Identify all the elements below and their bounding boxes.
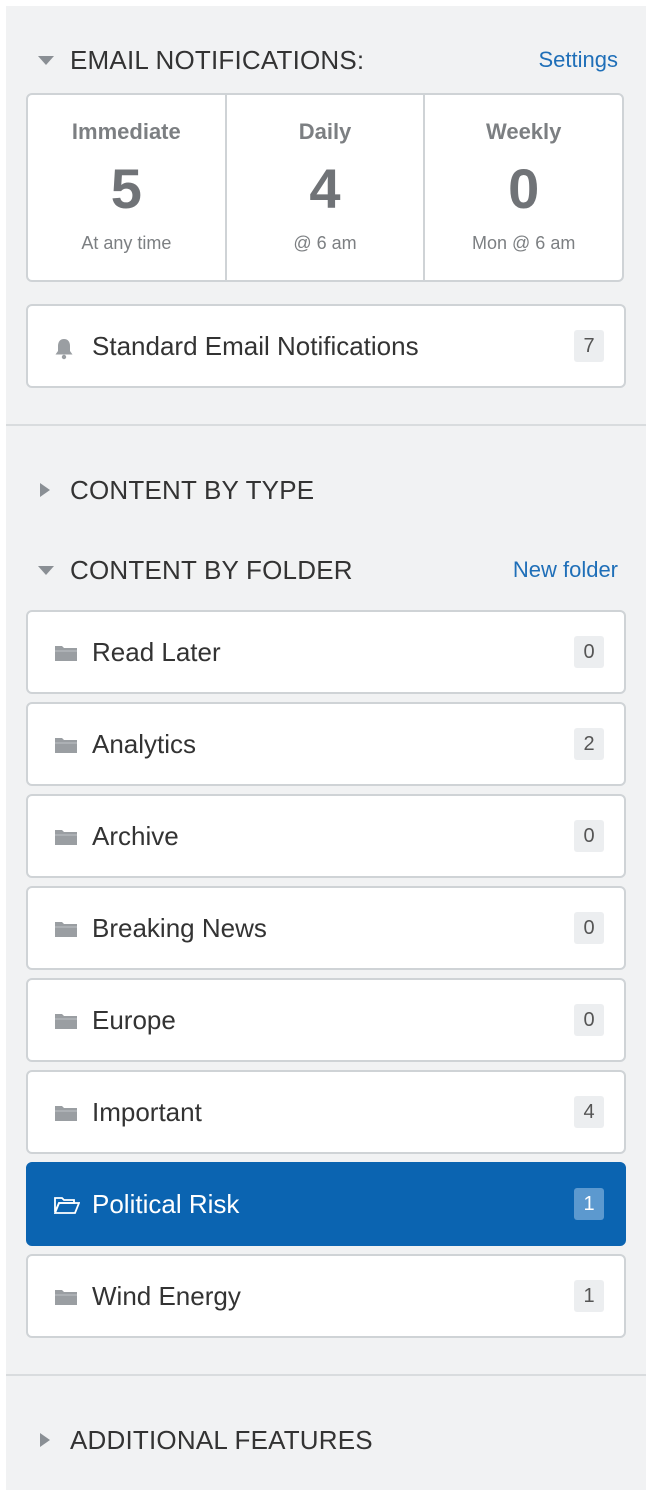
folder-icon	[54, 1288, 78, 1311]
count-badge: 0	[574, 912, 604, 944]
folder-icon	[54, 736, 78, 759]
notif-schedule: @ 6 am	[293, 233, 357, 253]
folder-item[interactable]: Important 4	[26, 1070, 626, 1154]
content-by-folder-header[interactable]: CONTENT BY FOLDER New folder	[6, 550, 646, 590]
row-label: Archive	[92, 821, 179, 851]
notif-label: Weekly	[485, 119, 562, 144]
count-badge: 1	[574, 1188, 604, 1220]
notif-count: 0	[508, 157, 540, 220]
folder-item[interactable]: Wind Energy 1	[26, 1254, 626, 1338]
content-by-type-header[interactable]: CONTENT BY TYPE	[6, 470, 646, 510]
count-badge: 0	[574, 636, 604, 668]
settings-link[interactable]: Settings	[539, 47, 619, 73]
folder-icon	[54, 644, 78, 667]
caret-right-icon	[40, 1433, 50, 1447]
notif-count: 5	[110, 157, 142, 220]
row-label: Standard Email Notifications	[92, 331, 419, 361]
count-badge: 0	[574, 820, 604, 852]
folder-open-icon	[53, 1196, 81, 1219]
divider	[6, 424, 646, 426]
count-badge: 1	[574, 1280, 604, 1312]
notification-summary: Immediate 5 At any time Daily 4 @ 6 am W…	[26, 93, 624, 282]
folder-icon	[54, 920, 78, 943]
section-title: CONTENT BY TYPE	[70, 474, 315, 505]
row-label: Wind Energy	[92, 1281, 241, 1311]
row-label: Analytics	[92, 729, 197, 759]
caret-down-icon	[38, 566, 54, 575]
row-label: Breaking News	[92, 913, 267, 943]
caret-down-icon	[38, 56, 54, 65]
caret-right-icon	[40, 483, 50, 497]
row-label: Important	[92, 1097, 202, 1127]
folder-item[interactable]: Archive 0	[26, 794, 626, 878]
folder-item[interactable]: Breaking News 0	[26, 886, 626, 970]
notif-schedule: Mon @ 6 am	[472, 233, 576, 253]
row-label: Political Risk	[92, 1189, 240, 1219]
section-title: ADDITIONAL FEATURES	[70, 1424, 373, 1455]
section-title: EMAIL NOTIFICATIONS:	[70, 44, 365, 75]
email-notifications-header[interactable]: EMAIL NOTIFICATIONS: Settings	[6, 40, 646, 80]
folder-item[interactable]: Analytics 2	[26, 702, 626, 786]
daily-column[interactable]: Daily 4 @ 6 am	[224, 95, 424, 280]
notif-schedule: At any time	[81, 233, 172, 253]
sidebar-panel: EMAIL NOTIFICATIONS: Settings Immediate …	[6, 6, 646, 1490]
notif-count: 4	[309, 157, 341, 220]
notif-label: Immediate	[71, 119, 181, 144]
folder-icon	[54, 1104, 78, 1127]
section-title: CONTENT BY FOLDER	[70, 554, 353, 585]
divider	[6, 1374, 646, 1376]
count-badge: 2	[574, 728, 604, 760]
standard-email-notifications-row[interactable]: Standard Email Notifications 7	[26, 304, 626, 388]
count-badge: 0	[574, 1004, 604, 1036]
folder-item[interactable]: Read Later 0	[26, 610, 626, 694]
immediate-column[interactable]: Immediate 5 At any time	[28, 95, 225, 280]
folder-item-selected[interactable]: Political Risk 1	[26, 1162, 626, 1246]
additional-features-header[interactable]: ADDITIONAL FEATURES	[6, 1420, 646, 1460]
folder-icon	[54, 828, 78, 851]
row-label: Europe	[92, 1005, 176, 1035]
count-badge: 7	[574, 330, 604, 362]
count-badge: 4	[574, 1096, 604, 1128]
weekly-column[interactable]: Weekly 0 Mon @ 6 am	[423, 95, 622, 280]
new-folder-link[interactable]: New folder	[513, 557, 618, 583]
notif-label: Daily	[298, 119, 352, 144]
bell-icon	[54, 338, 74, 365]
folder-icon	[54, 1012, 78, 1035]
row-label: Read Later	[92, 637, 221, 667]
folder-item[interactable]: Europe 0	[26, 978, 626, 1062]
